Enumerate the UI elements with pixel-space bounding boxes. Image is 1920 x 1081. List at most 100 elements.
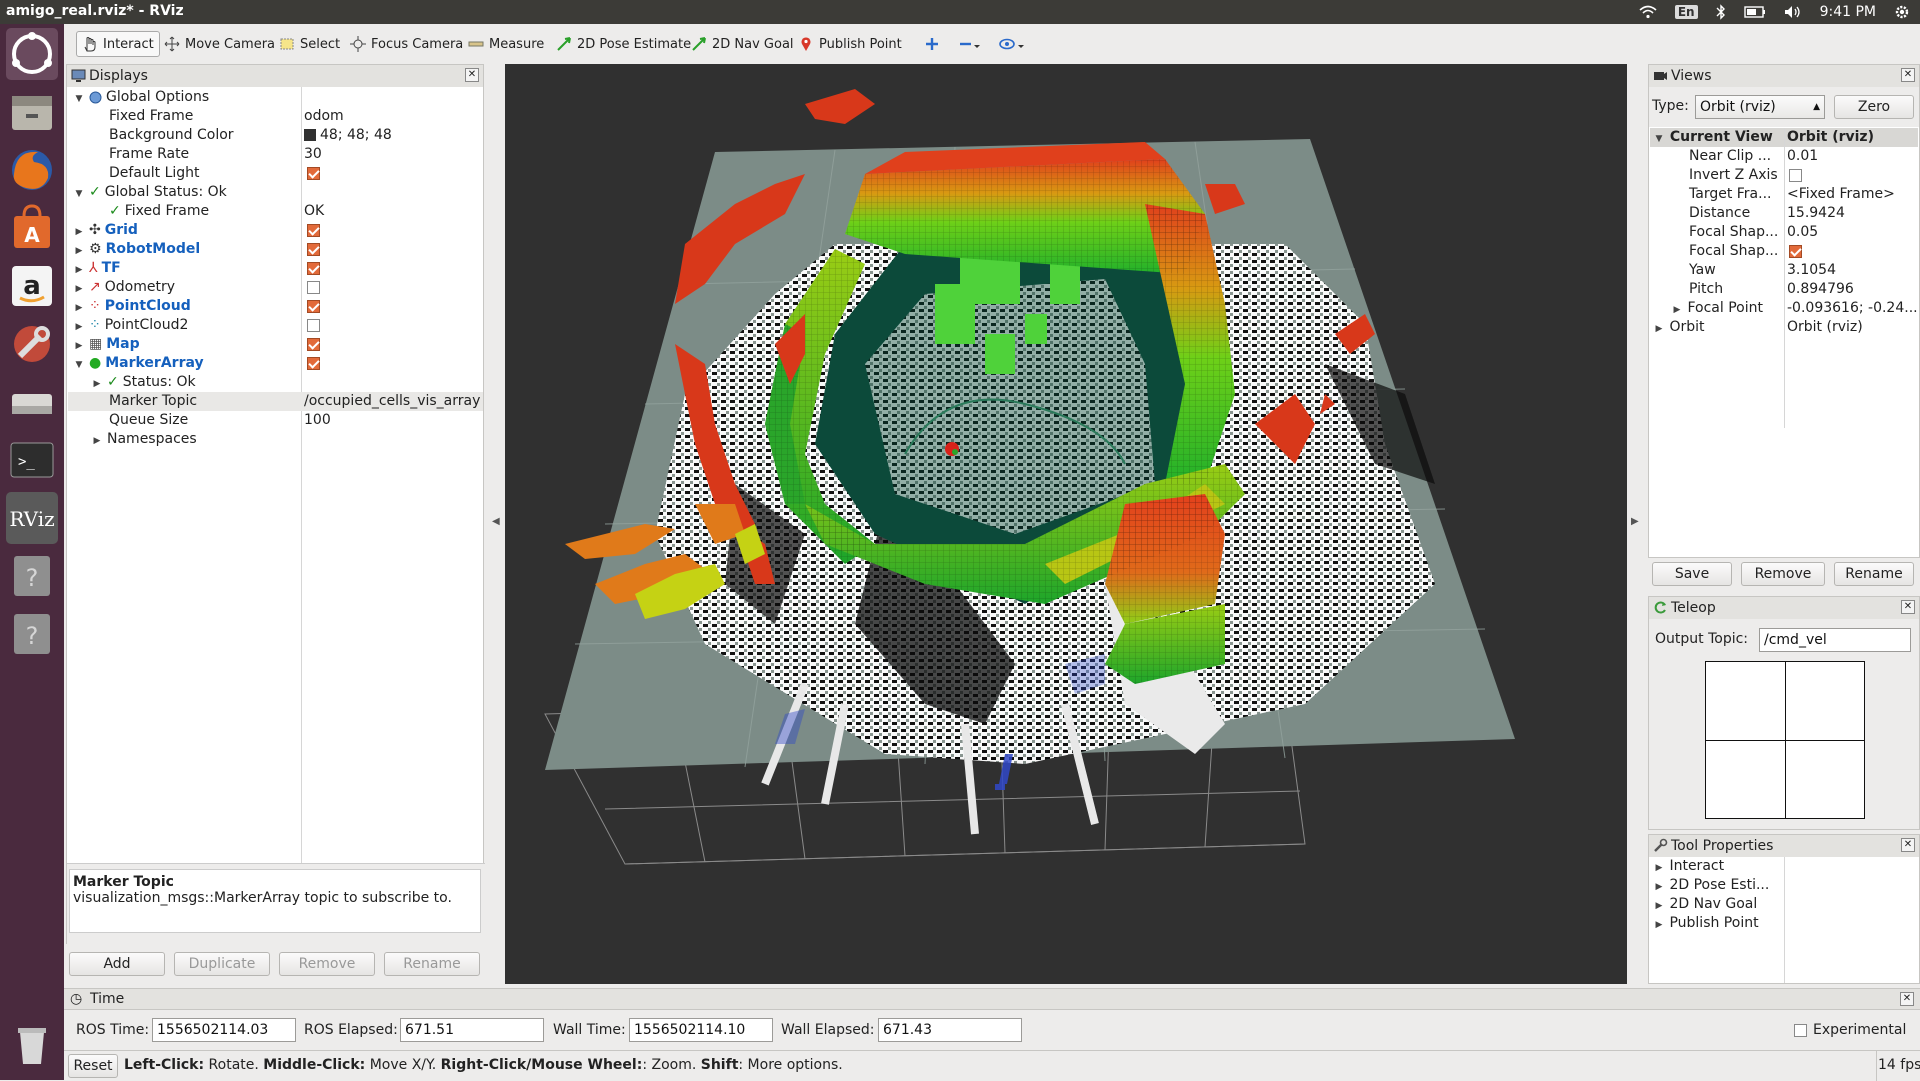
close-icon[interactable]: ✕ (1901, 600, 1915, 614)
unknown-app-icon[interactable]: ? (6, 550, 58, 602)
expand-arrow-icon[interactable]: ▶ (1653, 916, 1665, 935)
tree-row-focal-shape-fixed[interactable]: Focal Shap... (1689, 242, 1778, 261)
checkbox-checked[interactable] (307, 166, 320, 180)
tree-row-default-light[interactable]: Default Light (109, 164, 200, 183)
tree-row-namespaces[interactable]: ▶ Namespaces (91, 430, 197, 449)
add-button[interactable]: Add (69, 952, 165, 976)
save-button[interactable]: Save (1652, 562, 1732, 586)
files-icon[interactable] (6, 86, 58, 138)
system-gear-icon[interactable] (1894, 4, 1910, 20)
target-frame-value[interactable]: <Fixed Frame> (1787, 185, 1895, 204)
view-type-select[interactable]: Orbit (rviz) ▲ (1695, 95, 1825, 119)
checkbox-checked[interactable] (307, 261, 320, 275)
background-color-value[interactable]: 48; 48; 48 (304, 126, 392, 145)
tree-row-distance[interactable]: Distance (1689, 204, 1750, 223)
checkbox-checked[interactable] (1789, 244, 1802, 258)
tree-row-markerarray[interactable]: ▼ ● MarkerArray (73, 354, 204, 373)
remove-view-button[interactable]: Remove (1741, 562, 1825, 586)
tool-prop-pose-estimate[interactable]: ▶ 2D Pose Esti... (1653, 876, 1770, 895)
tree-row-near-clip[interactable]: Near Clip ... (1689, 147, 1771, 166)
checkbox-checked[interactable] (307, 337, 320, 351)
wifi-icon[interactable] (1639, 5, 1657, 19)
zero-button[interactable]: Zero (1834, 95, 1914, 119)
disk-icon[interactable] (6, 376, 58, 428)
marker-topic-value[interactable]: /occupied_cells_vis_array (304, 392, 480, 411)
remove-tool-button[interactable] (954, 31, 986, 57)
tree-row-yaw[interactable]: Yaw (1689, 261, 1716, 280)
map-checkbox[interactable] (307, 335, 320, 354)
ros-elapsed-field[interactable]: 671.51 (400, 1018, 544, 1042)
focus-camera-tool-button[interactable]: Focus Camera (345, 31, 468, 57)
tree-row-background-color[interactable]: Background Color (109, 126, 234, 145)
tree-row-pitch[interactable]: Pitch (1689, 280, 1723, 299)
terminal-icon[interactable]: >_ (6, 434, 58, 486)
ros-time-field[interactable]: 1556502114.03 (152, 1018, 296, 1042)
checkbox-checked[interactable] (307, 223, 320, 237)
tree-row-global-options[interactable]: ▼ Global Options (73, 88, 210, 107)
pitch-value[interactable]: 0.894796 (1787, 280, 1854, 299)
pointcloud-checkbox[interactable] (307, 297, 320, 316)
close-icon[interactable]: ✕ (1901, 838, 1915, 852)
experimental-toggle[interactable]: Experimental (1794, 1021, 1906, 1040)
pointcloud2-checkbox[interactable] (307, 316, 320, 335)
frame-rate-value[interactable]: 30 (304, 145, 322, 164)
fixed-frame-value[interactable]: odom (304, 107, 344, 126)
expand-arrow-icon[interactable]: ▼ (73, 185, 85, 204)
tree-row-global-status[interactable]: ▼ ✓ Global Status: Ok (73, 183, 227, 202)
output-topic-input[interactable]: /cmd_vel (1759, 628, 1911, 652)
expand-arrow-icon[interactable]: ▼ (1653, 130, 1665, 149)
tf-checkbox[interactable] (307, 259, 320, 278)
grid-checkbox[interactable] (307, 221, 320, 240)
trash-icon[interactable] (6, 1018, 58, 1070)
markerarray-checkbox[interactable] (307, 354, 320, 373)
ubuntu-icon[interactable] (6, 28, 58, 80)
expand-arrow-icon[interactable]: ▶ (1653, 320, 1665, 339)
rename-button[interactable]: Rename (384, 952, 480, 976)
wall-time-field[interactable]: 1556502114.10 (629, 1018, 773, 1042)
near-clip-value[interactable]: 0.01 (1787, 147, 1818, 166)
collapse-right-arrow-icon[interactable]: ▶ (1631, 516, 1639, 527)
tree-row-focal-shape-size[interactable]: Focal Shap... (1689, 223, 1778, 242)
clock[interactable]: 9:41 PM (1820, 4, 1876, 20)
amazon-icon[interactable]: a (6, 260, 58, 312)
settings-icon[interactable] (6, 318, 58, 370)
add-tool-button[interactable] (919, 31, 945, 57)
tree-row-orbit[interactable]: ▶ Orbit (1653, 318, 1705, 337)
default-light-checkbox[interactable] (307, 164, 320, 183)
select-tool-button[interactable]: Select (274, 31, 345, 57)
close-icon[interactable]: ✕ (1901, 68, 1915, 82)
rename-view-button[interactable]: Rename (1834, 562, 1914, 586)
battery-icon[interactable] (1743, 6, 1766, 18)
unknown-app-icon[interactable]: ? (6, 608, 58, 660)
close-icon[interactable]: ✕ (465, 68, 479, 82)
tree-row-frame-rate[interactable]: Frame Rate (109, 145, 189, 164)
checkbox-checked[interactable] (307, 299, 320, 313)
tree-row-target-frame[interactable]: Target Fra... (1689, 185, 1771, 204)
tree-row-odometry[interactable]: ▶ ↗ Odometry (73, 278, 175, 297)
tree-row-fixed-frame-status[interactable]: ✓ Fixed Frame (109, 202, 209, 221)
tree-row-markerarray-status[interactable]: ▶ ✓ Status: Ok (91, 373, 196, 392)
interact-tool-button[interactable]: Interact (76, 31, 160, 57)
checkbox-checked[interactable] (307, 356, 320, 370)
remove-button[interactable]: Remove (279, 952, 375, 976)
tool-prop-nav-goal[interactable]: ▶ 2D Nav Goal (1653, 895, 1758, 914)
2d-nav-goal-tool-button[interactable]: 2D Nav Goal (686, 31, 799, 57)
tree-row-grid[interactable]: ▶ ✣ Grid (73, 221, 138, 240)
tree-row-pointcloud2[interactable]: ▶ ⁘ PointCloud2 (73, 316, 189, 335)
tree-row-tf[interactable]: ▶ ⅄ TF (73, 259, 121, 278)
tree-row-current-view[interactable]: ▼ Current View (1653, 128, 1773, 147)
publish-point-tool-button[interactable]: Publish Point (793, 31, 907, 57)
yaw-value[interactable]: 3.1054 (1787, 261, 1836, 280)
odometry-checkbox[interactable] (307, 278, 320, 297)
checkbox-unchecked[interactable] (307, 318, 320, 332)
move-camera-tool-button[interactable]: Move Camera (159, 31, 280, 57)
expand-arrow-icon[interactable]: ▶ (91, 432, 103, 451)
reset-button[interactable]: Reset (68, 1054, 118, 1078)
close-icon[interactable]: ✕ (1900, 992, 1914, 1006)
rviz-icon[interactable]: RViz (6, 492, 58, 544)
tree-row-robotmodel[interactable]: ▶ ⚙ RobotModel (73, 240, 201, 259)
collapse-left-arrow-icon[interactable]: ◀ (492, 516, 500, 527)
tree-row-queue-size[interactable]: Queue Size (109, 411, 188, 430)
tree-row-invert-z-axis[interactable]: Invert Z Axis (1689, 166, 1778, 185)
tool-prop-publish-point[interactable]: ▶ Publish Point (1653, 914, 1759, 933)
